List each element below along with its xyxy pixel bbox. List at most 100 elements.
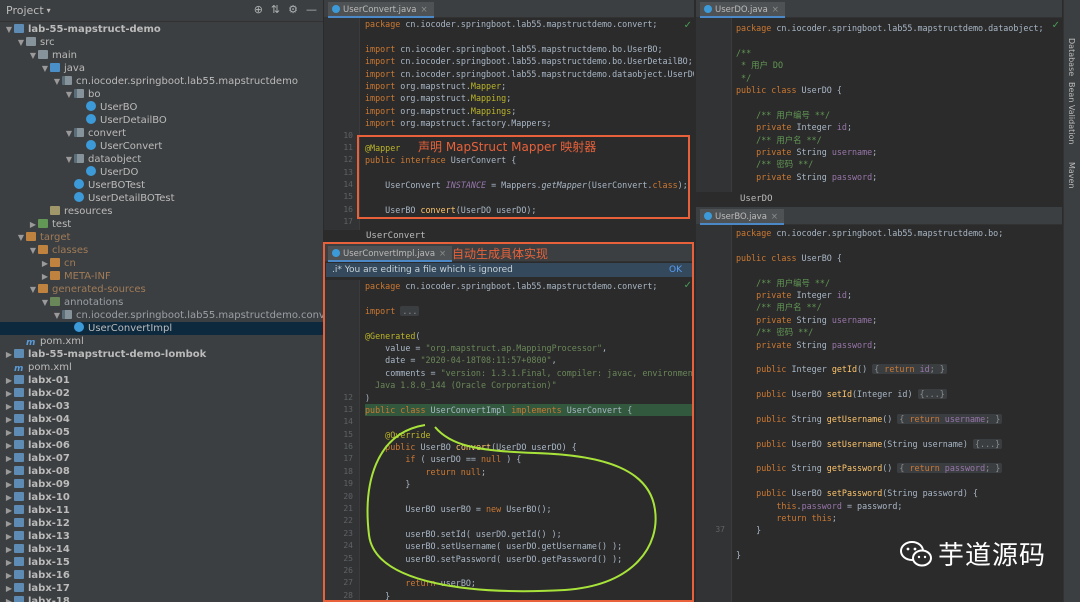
tree-item[interactable]: ▶ labx-07 bbox=[0, 452, 323, 465]
tree-item[interactable]: UserBOTest bbox=[0, 179, 323, 192]
tree-item[interactable]: ▶ labx-09 bbox=[0, 478, 323, 491]
project-panel-title[interactable]: Project bbox=[6, 4, 44, 17]
expand-right-icon[interactable]: ▶ bbox=[4, 530, 14, 543]
tree-item[interactable]: ▶ labx-14 bbox=[0, 543, 323, 556]
chevron-down-icon[interactable]: ▾ bbox=[47, 6, 51, 15]
tree-item[interactable]: ▶ labx-12 bbox=[0, 517, 323, 530]
expand-right-icon[interactable]: ▶ bbox=[4, 569, 14, 582]
close-icon[interactable]: × bbox=[439, 249, 446, 259]
expand-right-icon[interactable]: ▶ bbox=[4, 348, 14, 361]
expand-right-icon[interactable]: ▶ bbox=[4, 543, 14, 556]
expand-down-icon[interactable]: ▼ bbox=[28, 283, 38, 296]
expand-down-icon[interactable]: ▼ bbox=[40, 62, 50, 75]
maven-tool-tab[interactable]: Maven bbox=[1067, 162, 1076, 189]
close-icon[interactable]: × bbox=[771, 212, 778, 222]
expand-right-icon[interactable]: ▶ bbox=[4, 465, 14, 478]
expand-down-icon[interactable]: ▼ bbox=[52, 309, 62, 322]
code-area[interactable]: package cn.iocoder.springboot.lab55.maps… bbox=[365, 18, 694, 230]
expand-right-icon[interactable]: ▶ bbox=[4, 374, 14, 387]
tree-item[interactable]: UserConvert bbox=[0, 140, 323, 153]
expand-right-icon[interactable]: ▶ bbox=[4, 504, 14, 517]
tree-item[interactable]: ▶ cn bbox=[0, 257, 323, 270]
tree-item[interactable]: ▶ labx-10 bbox=[0, 491, 323, 504]
tree-item[interactable]: ▼ target bbox=[0, 231, 323, 244]
gear-icon[interactable]: ⚙ bbox=[288, 3, 298, 16]
tree-item[interactable]: UserDO bbox=[0, 166, 323, 179]
expand-right-icon[interactable]: ▶ bbox=[40, 270, 50, 283]
bean-validation-tool-tab[interactable]: Bean Validation bbox=[1067, 82, 1076, 144]
tab-user-do[interactable]: UserDO.java × bbox=[700, 2, 785, 18]
expand-right-icon[interactable]: ▶ bbox=[4, 400, 14, 413]
expand-right-icon[interactable]: ▶ bbox=[4, 478, 14, 491]
close-icon[interactable]: × bbox=[421, 5, 428, 15]
expand-right-icon[interactable]: ▶ bbox=[4, 582, 14, 595]
breadcrumb-user-do[interactable]: UserDO bbox=[734, 192, 1062, 206]
code-area[interactable]: package cn.iocoder.springboot.lab55.maps… bbox=[365, 280, 694, 602]
tree-item[interactable]: ▼ java bbox=[0, 62, 323, 75]
expand-right-icon[interactable]: ▶ bbox=[4, 426, 14, 439]
expand-down-icon[interactable]: ▼ bbox=[4, 23, 14, 36]
tree-item[interactable]: ▶ labx-04 bbox=[0, 413, 323, 426]
tree-item[interactable]: ▶ META-INF bbox=[0, 270, 323, 283]
tree-item[interactable]: ▶ labx-06 bbox=[0, 439, 323, 452]
tree-item[interactable]: UserDetailBOTest bbox=[0, 192, 323, 205]
expand-down-icon[interactable]: ▼ bbox=[64, 88, 74, 101]
expand-down-icon[interactable]: ▼ bbox=[64, 127, 74, 140]
expand-down-icon[interactable]: ▼ bbox=[16, 231, 26, 244]
breadcrumb-user-convert[interactable]: UserConvert bbox=[360, 229, 694, 243]
expand-right-icon[interactable]: ▶ bbox=[4, 452, 14, 465]
expand-right-icon[interactable]: ▶ bbox=[40, 257, 50, 270]
expand-right-icon[interactable]: ▶ bbox=[4, 413, 14, 426]
tree-item[interactable]: ▶ labx-03 bbox=[0, 400, 323, 413]
expand-right-icon[interactable]: ▶ bbox=[28, 218, 38, 231]
tree-item[interactable]: ▶ labx-17 bbox=[0, 582, 323, 595]
tree-item[interactable]: ▶ labx-05 bbox=[0, 426, 323, 439]
tree-item[interactable]: ▼ src bbox=[0, 36, 323, 49]
tree-item[interactable]: ▶ labx-16 bbox=[0, 569, 323, 582]
collapse-icon[interactable]: ⇅ bbox=[271, 3, 280, 16]
tree-item[interactable]: m pom.xml bbox=[0, 361, 323, 374]
expand-right-icon[interactable]: ▶ bbox=[4, 595, 14, 602]
tree-item[interactable]: ▶ labx-08 bbox=[0, 465, 323, 478]
expand-right-icon[interactable]: ▶ bbox=[4, 556, 14, 569]
expand-down-icon[interactable]: ▼ bbox=[52, 75, 62, 88]
tree-item[interactable]: resources bbox=[0, 205, 323, 218]
tree-item[interactable]: UserDetailBO bbox=[0, 114, 323, 127]
tree-item[interactable]: ▶ labx-13 bbox=[0, 530, 323, 543]
tree-item[interactable]: ▼ bo bbox=[0, 88, 323, 101]
expand-right-icon[interactable]: ▶ bbox=[4, 491, 14, 504]
tree-item[interactable]: ▼ dataobject bbox=[0, 153, 323, 166]
database-tool-tab[interactable]: Database bbox=[1067, 38, 1076, 76]
tree-item[interactable]: ▶ labx-02 bbox=[0, 387, 323, 400]
tree-item[interactable]: ▼ lab-55-mapstruct-demo bbox=[0, 23, 323, 36]
close-icon[interactable]: × bbox=[772, 5, 779, 15]
tree-item[interactable]: ▼ classes bbox=[0, 244, 323, 257]
tree-item[interactable]: ▼ cn.iocoder.springboot.lab55.mapstructde… bbox=[0, 75, 323, 88]
expand-down-icon[interactable]: ▼ bbox=[28, 49, 38, 62]
tree-item[interactable]: ▶ lab-55-mapstruct-demo-lombok bbox=[0, 348, 323, 361]
tree-item[interactable]: ▼ generated-sources bbox=[0, 283, 323, 296]
tree-item[interactable]: ▼ annotations bbox=[0, 296, 323, 309]
tree-item[interactable]: ▶ labx-11 bbox=[0, 504, 323, 517]
tree-item[interactable]: m pom.xml bbox=[0, 335, 323, 348]
code-area[interactable]: package cn.iocoder.springboot.lab55.maps… bbox=[736, 22, 1062, 192]
expand-right-icon[interactable]: ▶ bbox=[4, 387, 14, 400]
tree-item[interactable]: ▼ main bbox=[0, 49, 323, 62]
tab-user-convert[interactable]: UserConvert.java × bbox=[328, 2, 434, 18]
tree-item[interactable]: ▼ convert bbox=[0, 127, 323, 140]
tree-item[interactable]: ▶ labx-18 bbox=[0, 595, 323, 602]
expand-down-icon[interactable]: ▼ bbox=[28, 244, 38, 257]
tree-item[interactable]: ▶ test bbox=[0, 218, 323, 231]
expand-right-icon[interactable]: ▶ bbox=[4, 439, 14, 452]
tree-item[interactable]: ▼ cn.iocoder.springboot.lab55.mapstructde… bbox=[0, 309, 323, 322]
expand-down-icon[interactable]: ▼ bbox=[16, 36, 26, 49]
expand-down-icon[interactable]: ▼ bbox=[40, 296, 50, 309]
tab-user-bo[interactable]: UserBO.java × bbox=[700, 209, 785, 225]
expand-right-icon[interactable]: ▶ bbox=[4, 517, 14, 530]
notice-ok-button[interactable]: OK bbox=[669, 263, 682, 277]
locate-icon[interactable]: ⊕ bbox=[254, 3, 263, 16]
hide-icon[interactable]: — bbox=[306, 3, 317, 16]
tree-item[interactable]: ▶ labx-15 bbox=[0, 556, 323, 569]
tree-item[interactable]: ▶ labx-01 bbox=[0, 374, 323, 387]
tree-item[interactable]: UserBO bbox=[0, 101, 323, 114]
